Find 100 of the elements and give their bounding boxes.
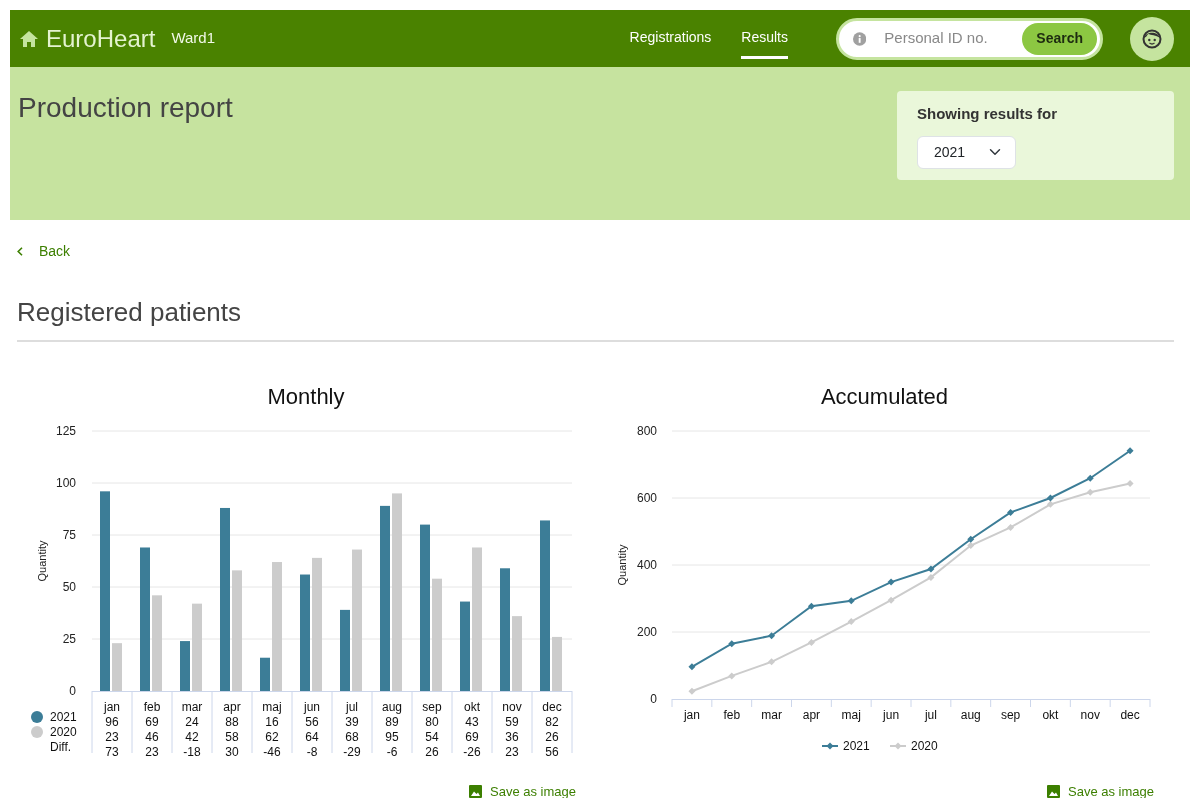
table-cell: 68: [345, 730, 359, 745]
data-point-marker: [768, 658, 776, 666]
nav-link[interactable]: Registrations: [629, 18, 712, 59]
chevron-left-icon: [17, 247, 23, 256]
search-field[interactable]: Personal ID no. Search: [836, 17, 1103, 60]
table-cell: -46: [263, 745, 281, 760]
axis-category-label: sep: [1000, 708, 1021, 723]
legend-label[interactable]: 2020: [911, 739, 938, 754]
table-cell: 26: [425, 745, 439, 760]
bar: [552, 637, 562, 692]
axis-category-label: maj: [262, 700, 282, 715]
page-title: Production report: [18, 91, 233, 125]
table-cell: 16: [265, 715, 279, 730]
data-point-marker: [887, 596, 895, 604]
nav-link[interactable]: Results: [741, 18, 788, 59]
axis-title: Quantity: [616, 544, 628, 586]
table-cell: 39: [345, 715, 359, 730]
axis-category-label: apr: [223, 700, 241, 715]
table-cell: 59: [505, 715, 519, 730]
axis-category-label: jul: [924, 708, 937, 723]
legend-label[interactable]: 2021: [843, 739, 870, 754]
info-icon: [853, 31, 867, 46]
data-point-marker: [807, 639, 815, 647]
home-icon[interactable]: [20, 30, 38, 47]
table-cell: 54: [425, 730, 439, 745]
data-point-marker: [1126, 480, 1134, 488]
table-cell: 23: [145, 745, 159, 760]
table-cell: 80: [425, 715, 439, 730]
data-point-marker: [1007, 509, 1015, 517]
bar: [260, 657, 270, 692]
axis-category-label: sep: [422, 700, 442, 715]
axis-tick-label: 100: [55, 476, 76, 491]
axis-tick-label: 25: [62, 632, 76, 647]
data-point-marker: [807, 602, 815, 610]
bar: [180, 641, 190, 692]
table-cell: 58: [225, 730, 239, 745]
axis-category-label: apr: [802, 708, 821, 723]
axis-category-label: maj: [841, 708, 861, 723]
axis-tick-label: 0: [650, 692, 657, 707]
table-cell: 46: [145, 730, 159, 745]
legend-label: 2021: [50, 710, 77, 725]
axis-category-label: mar: [761, 708, 782, 723]
row-label: Diff.: [50, 740, 72, 755]
table-cell: 36: [505, 730, 519, 745]
brand-name[interactable]: EuroHeart: [46, 20, 156, 57]
data-point-marker: [1126, 447, 1134, 455]
table-cell: 26: [545, 730, 559, 745]
table-cell: -26: [463, 745, 481, 760]
axis-category-label: dec: [542, 700, 562, 715]
bar: [112, 643, 122, 692]
table-cell: 73: [105, 745, 119, 760]
axis-category-label: feb: [723, 708, 741, 723]
axis-tick-label: 50: [62, 580, 76, 595]
image-icon: [469, 785, 482, 798]
axis-category-label: jun: [304, 700, 320, 715]
filter-label: Showing results for: [917, 104, 1058, 124]
axis-category-label: jan: [683, 708, 700, 723]
data-point-marker: [688, 688, 696, 695]
table-cell: 56: [305, 715, 319, 730]
data-point-marker: [688, 663, 696, 671]
table-cell: 82: [545, 715, 559, 730]
axis-category-label: nov: [502, 700, 522, 715]
save-image-link[interactable]: Save as image: [469, 782, 576, 798]
axis-tick-label: 125: [55, 424, 76, 439]
table-cell: 23: [105, 730, 119, 745]
data-point-marker: [1086, 474, 1094, 482]
image-icon: [1047, 785, 1060, 798]
axis-tick-label: 0: [69, 684, 76, 699]
table-cell: -29: [343, 745, 361, 760]
data-point-marker: [1007, 524, 1015, 532]
table-cell: -8: [306, 745, 318, 760]
axis-category-label: jun: [883, 708, 900, 723]
legend-line-icon: [821, 742, 839, 750]
axis-tick-label: 200: [636, 625, 657, 640]
axis-category-label: jan: [104, 700, 120, 715]
axis-category-label: mar: [181, 700, 203, 715]
axis-category-label: dec: [1120, 708, 1140, 723]
table-cell: 56: [545, 745, 559, 760]
year-select[interactable]: 2021: [917, 135, 1016, 169]
chart-title: Accumulated: [819, 384, 950, 412]
table-cell: 89: [385, 715, 399, 730]
ward-name: Ward1: [171, 28, 215, 49]
legend-line-icon: [889, 742, 907, 750]
axis-tick-label: 400: [636, 558, 657, 573]
table-cell: 42: [185, 730, 199, 745]
user-avatar[interactable]: [1130, 16, 1174, 61]
back-link[interactable]: Back: [17, 241, 71, 262]
chart-title: Monthly: [266, 384, 346, 412]
table-cell: 96: [105, 715, 119, 730]
axis-title: Quantity: [36, 540, 48, 582]
axis-tick-label: 75: [62, 528, 76, 543]
axis-category-label: okt: [1042, 708, 1059, 723]
axis-category-label: aug: [960, 708, 981, 723]
data-point-marker: [847, 618, 855, 626]
save-image-link[interactable]: Save as image: [1047, 782, 1154, 798]
table-cell: 69: [465, 730, 479, 745]
axis-tick-label: 600: [636, 491, 657, 506]
axis-category-label: jul: [346, 700, 358, 715]
search-button[interactable]: Search: [1022, 22, 1097, 55]
table-cell: 88: [225, 715, 239, 730]
